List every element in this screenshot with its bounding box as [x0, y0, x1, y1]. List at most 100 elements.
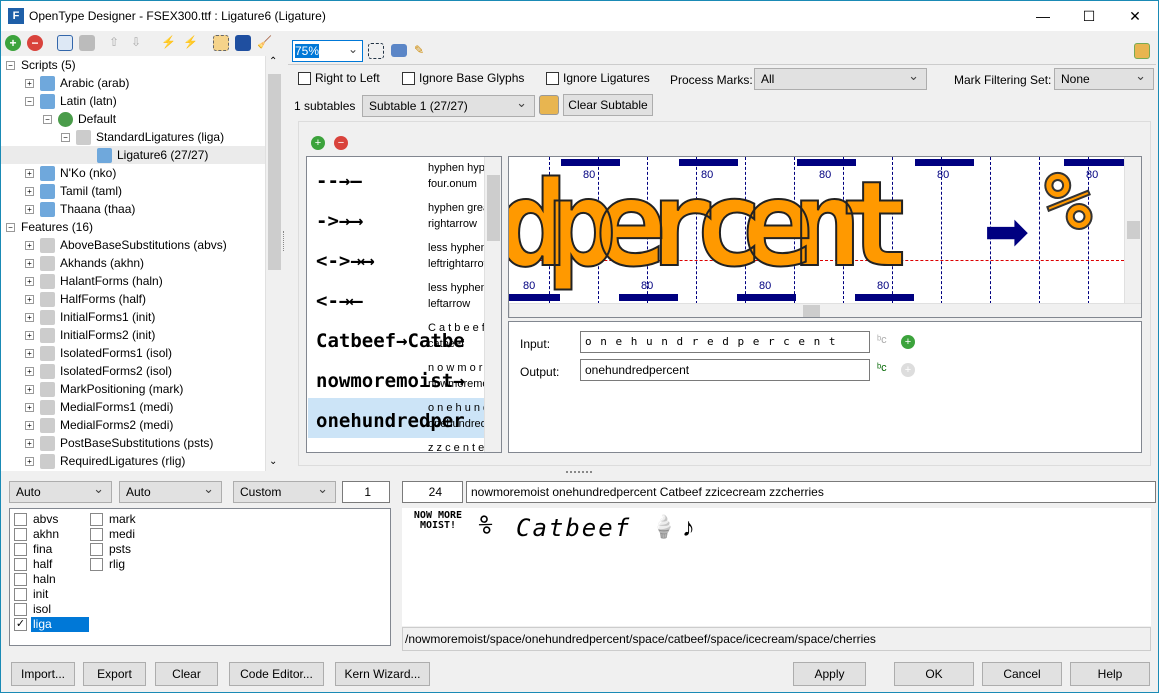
tree-item[interactable]: + InitialForms1 (init) [25, 308, 155, 326]
import-button[interactable]: Import... [11, 662, 75, 686]
expander-icon[interactable]: + [25, 169, 34, 179]
tree-item[interactable]: − Default [43, 110, 116, 128]
tree-item[interactable]: + MarkPositioning (mark) [25, 380, 183, 398]
clear-button[interactable]: Clear [155, 662, 218, 686]
expander-icon[interactable]: + [25, 277, 34, 287]
edit-input-icon[interactable]: ᵇc [877, 334, 887, 346]
mark-filtering-select[interactable]: None [1054, 66, 1154, 90]
expander-icon[interactable]: + [25, 385, 34, 395]
subtable-select[interactable]: Subtable 1 (27/27) [362, 93, 535, 117]
tree-item[interactable]: + HalantForms (haln) [25, 272, 163, 290]
tree-item[interactable]: + HalfForms (half) [25, 290, 146, 308]
expander-icon[interactable]: + [25, 439, 34, 449]
add-icon[interactable]: + [5, 35, 21, 51]
clipboard-check-icon[interactable] [539, 95, 559, 115]
export-button[interactable]: Export [83, 662, 146, 686]
tree-item[interactable]: + IsolatedForms1 (isol) [25, 344, 172, 362]
feature-mode-select[interactable]: Custom [233, 479, 336, 503]
scroll-up-icon[interactable]: ⌃ [269, 56, 277, 67]
expander-icon[interactable]: + [25, 331, 34, 341]
expander-icon[interactable]: + [25, 259, 34, 269]
ligature-list-item[interactable]: nowmoremoist→n o w m o r enowmoremoist [308, 358, 484, 398]
tree-item[interactable]: − Features (16) [6, 218, 93, 236]
tree-item[interactable]: + MedialForms2 (medi) [25, 416, 173, 434]
count-spinner[interactable]: 1 [342, 481, 390, 503]
tree-item[interactable]: + AboveBaseSubstitutions (abvs) [25, 236, 227, 254]
lightning-tag-icon[interactable]: ⚡ [161, 35, 177, 51]
expander-icon[interactable]: − [61, 133, 70, 143]
expander-icon[interactable]: − [25, 97, 34, 107]
apply-button[interactable]: Apply [793, 662, 866, 686]
window-icon[interactable] [235, 35, 251, 51]
tree-item[interactable]: + MedialForms1 (medi) [25, 398, 173, 416]
tree-item[interactable]: + N'Ko (nko) [25, 164, 116, 182]
tree-item[interactable]: + Tamil (taml) [25, 182, 122, 200]
script-select[interactable]: Auto [9, 479, 112, 503]
tree-item[interactable]: − StandardLigatures (liga) [61, 128, 224, 146]
up-arrow-icon[interactable]: ⇧ [109, 35, 125, 51]
close-button[interactable]: ✕ [1112, 1, 1158, 31]
fit-view-icon[interactable] [368, 43, 384, 59]
expander-icon[interactable]: + [25, 367, 34, 377]
clear-subtable-button[interactable]: Clear Subtable [563, 94, 653, 116]
broom-icon[interactable]: 🧹 [257, 35, 273, 51]
lightning-disabled-icon[interactable]: ⚡ [183, 35, 199, 51]
feature-checkbox[interactable]: mark [90, 512, 138, 527]
feature-tree[interactable]: − Scripts (5) + Arabic (arab) − Latin (latn) −… [1, 56, 265, 471]
ligature-list-item[interactable]: --→— hyphen hyphenfour.onum [308, 158, 484, 198]
remove-icon[interactable]: − [27, 35, 43, 51]
feature-checkbox[interactable]: init [14, 587, 50, 602]
tree-item[interactable]: + Thaana (thaa) [25, 200, 135, 218]
expander-icon[interactable]: + [25, 295, 34, 305]
expander-icon[interactable]: + [25, 313, 34, 323]
ligature-list[interactable]: --→— hyphen hyphenfour.onum ->→⟶ hyphen gre… [306, 156, 502, 453]
tree-item[interactable]: + Akhands (akhn) [25, 254, 144, 272]
feature-checkbox[interactable]: half [14, 557, 54, 572]
glyph-view[interactable]: 80 80 80 80 80 80 80 80 80 dpercent ➡ % [508, 156, 1142, 318]
feature-checklist[interactable]: abvs akhn fina half haln init isol ✓ liga mark med… [9, 508, 391, 646]
feature-checkbox[interactable]: rlig [90, 557, 127, 572]
cancel-button[interactable]: Cancel [982, 662, 1062, 686]
font-size-spinner[interactable]: 24 [402, 481, 463, 503]
tree-item[interactable]: − Latin (latn) [25, 92, 117, 110]
ligature-list-item[interactable]: <->→⟷ less hyphenleftrightarrow [308, 238, 484, 278]
feature-checkbox[interactable]: isol [14, 602, 53, 617]
ligature-list-scrollbar[interactable] [484, 157, 501, 452]
expander-icon[interactable]: − [6, 223, 15, 233]
feature-checkbox[interactable]: medi [90, 527, 137, 542]
remove-ligature-icon[interactable]: − [334, 136, 348, 150]
maximize-button[interactable]: ☐ [1066, 1, 1112, 31]
tree-item[interactable]: + RequiredLigatures (rlig) [25, 452, 185, 470]
expander-icon[interactable]: + [25, 349, 34, 359]
xyz-icon[interactable] [79, 35, 95, 51]
input-field[interactable]: o n e h u n d r e d p e r c e n t [580, 331, 870, 353]
preview-text-input[interactable]: nowmoremoist onehundredpercent Catbeef z… [466, 481, 1156, 503]
expander-icon[interactable]: + [25, 79, 34, 89]
minimize-button[interactable]: — [1020, 1, 1066, 31]
add-ligature-icon[interactable]: + [311, 136, 325, 150]
expander-icon[interactable]: − [43, 115, 52, 125]
ligature-list-item[interactable]: ->→⟶ hyphen greaterrightarrow [308, 198, 484, 238]
ligature-list-item[interactable]: onehundredpero n e h u n donehundredperc… [308, 398, 484, 438]
tree-item[interactable]: + InitialForms2 (init) [25, 326, 155, 344]
expander-icon[interactable]: + [25, 205, 34, 215]
feature-checkbox[interactable]: akhn [14, 527, 61, 542]
ligature-list-item[interactable]: <-→⟵ less hyphen leftarrow [308, 278, 484, 318]
expander-icon[interactable]: + [25, 457, 34, 467]
expander-icon[interactable]: + [25, 187, 34, 197]
down-arrow-icon[interactable]: ⇩ [131, 35, 147, 51]
tree-item[interactable]: + IsolatedForms2 (isol) [25, 362, 172, 380]
ligature-list-item[interactable]: Catbeef→Catbe C a t b e e f catbeef [308, 318, 484, 358]
output-field[interactable]: onehundredpercent [580, 359, 870, 381]
edit-output-icon[interactable]: ᵇc [877, 362, 887, 374]
ignore-ligatures-checkbox[interactable]: Ignore Ligatures [546, 71, 650, 86]
add-input-icon[interactable]: + [901, 335, 915, 349]
feature-checkbox[interactable]: abvs [14, 512, 60, 527]
ok-button[interactable]: OK [894, 662, 974, 686]
code-editor-button[interactable]: Code Editor... [229, 662, 324, 686]
feature-checkbox[interactable]: psts [90, 542, 133, 557]
ignore-base-glyphs-checkbox[interactable]: Ignore Base Glyphs [402, 71, 524, 86]
tree-item[interactable]: + Arabic (arab) [25, 74, 129, 92]
clipboard-icon[interactable] [1134, 43, 1150, 59]
zoom-select[interactable]: 75% ⌄ [292, 40, 363, 62]
